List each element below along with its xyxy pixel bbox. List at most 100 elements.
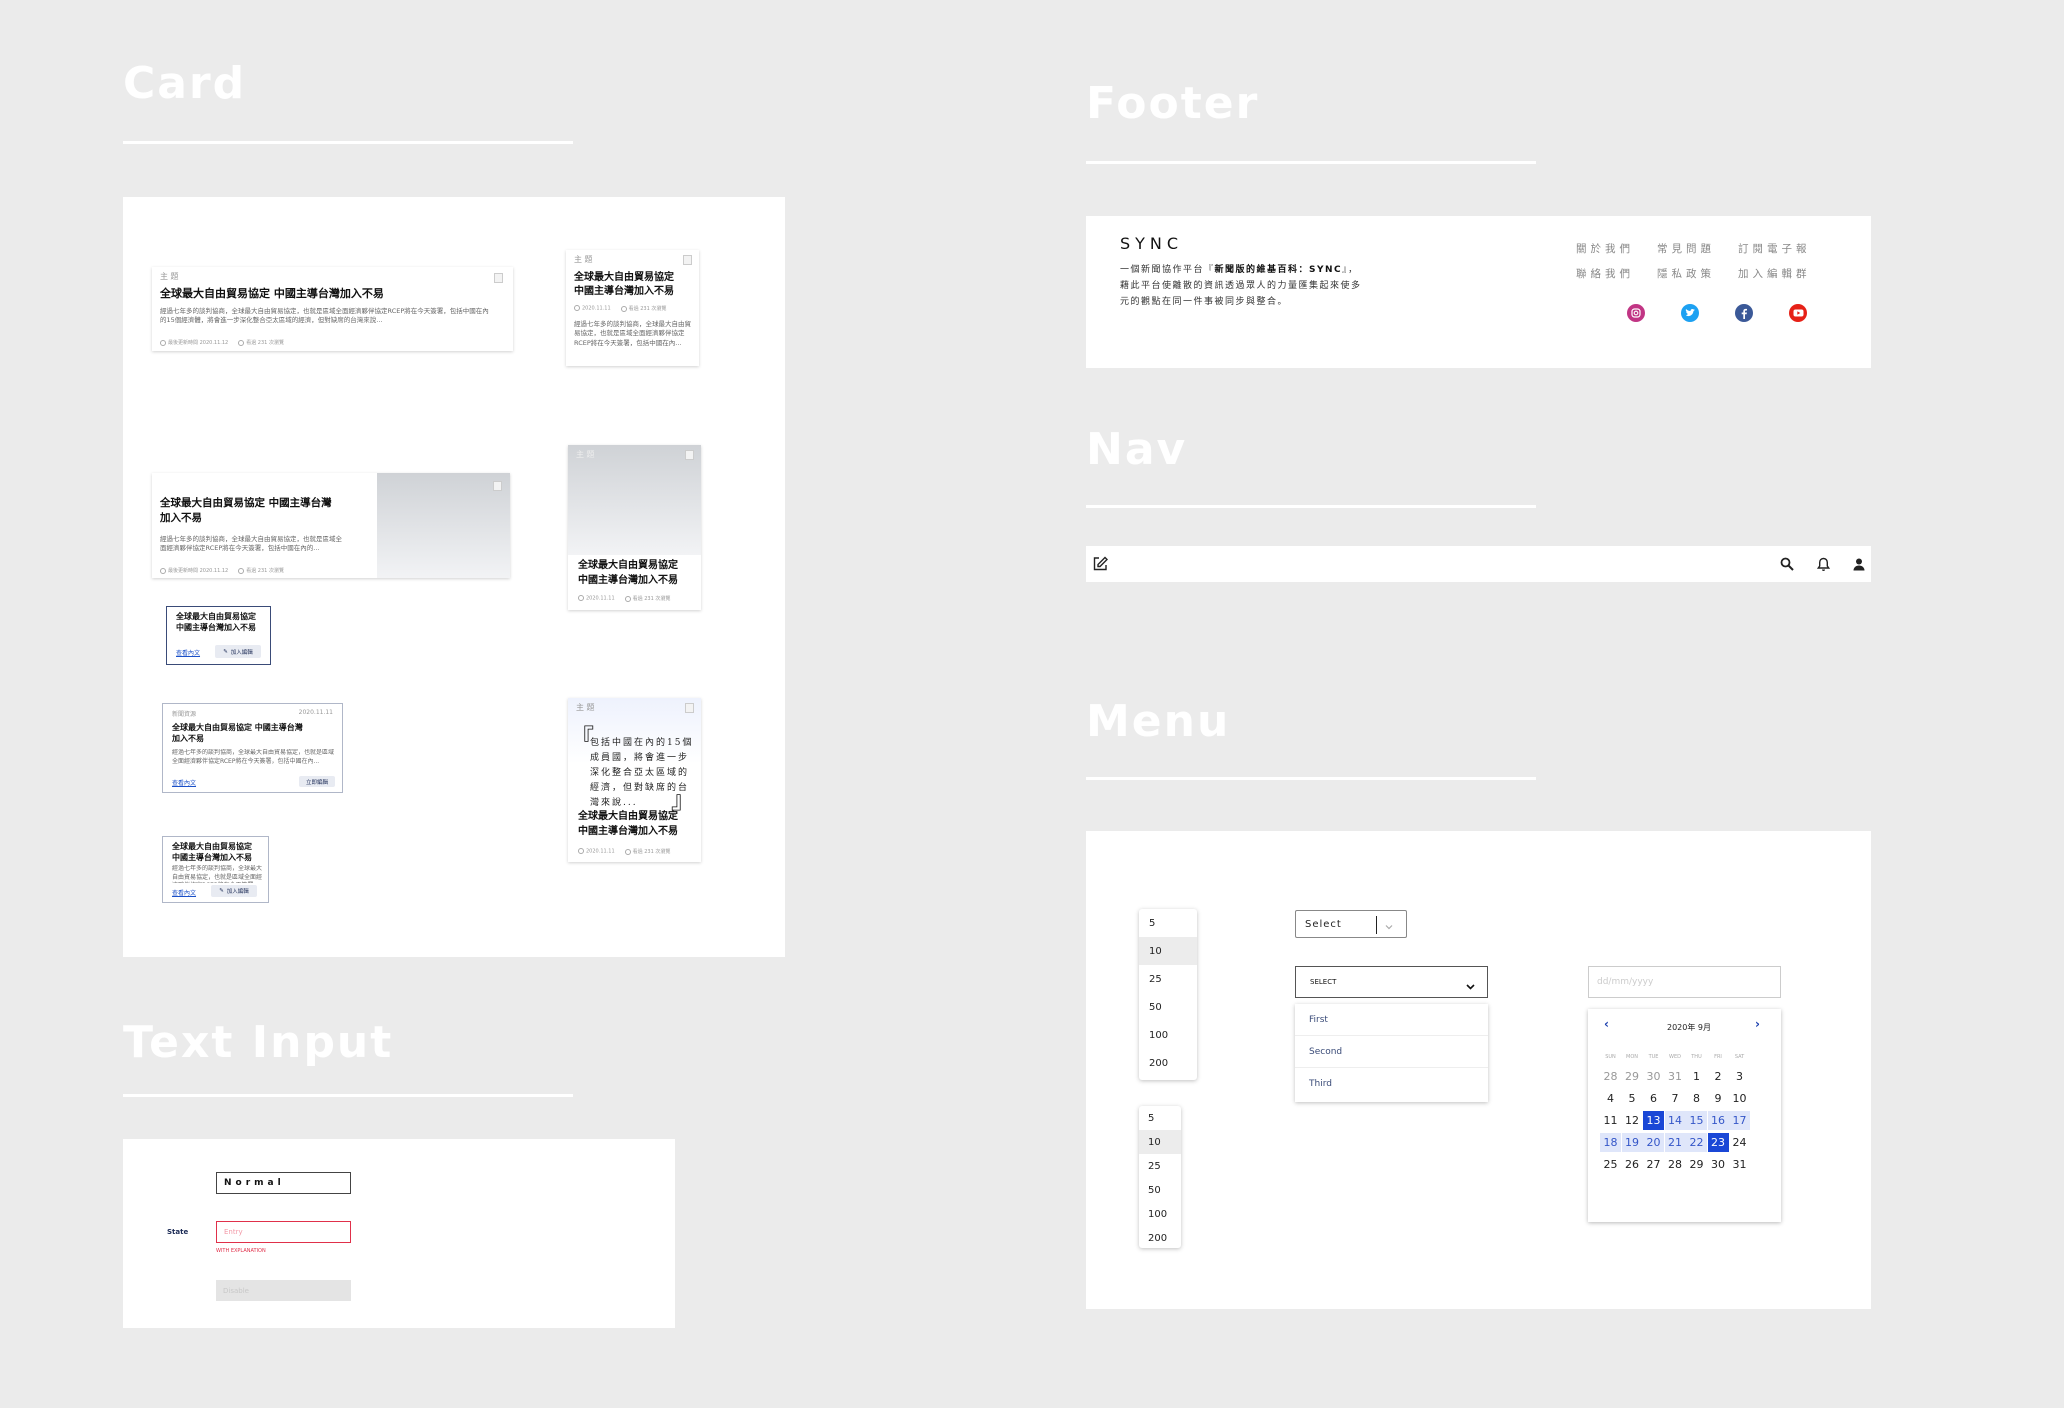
calendar-day[interactable]: 23 [1707,1133,1729,1152]
article-card-narrow[interactable]: 主 題 全球最大自由貿易協定 中國主導台灣加入不易 2020.11.11 看過 … [566,250,699,366]
text-input-normal[interactable]: Normal [216,1172,351,1194]
view-content-link[interactable]: 查看內文 [176,648,200,657]
bookmark-icon[interactable] [494,273,503,283]
facebook-icon[interactable] [1735,304,1753,322]
calendar-day[interactable]: 16 [1707,1111,1729,1130]
calendar-day[interactable]: 30 [1708,1155,1729,1174]
bookmark-icon[interactable] [685,450,694,460]
text-input-error[interactable]: Entry [216,1221,351,1243]
instagram-icon[interactable] [1627,304,1645,322]
select-large[interactable]: SELECT [1295,966,1488,998]
chevron-down-icon [1384,917,1394,936]
mini-card-wide[interactable]: 新聞資源 2020.11.11 全球最大自由貿易協定 中國主導台灣 加入不易 經… [162,703,343,793]
calendar-day[interactable]: 17 [1729,1111,1750,1130]
calendar-day[interactable]: 12 [1622,1111,1643,1130]
footer-link-privacy[interactable]: 隱私政策 [1657,266,1715,281]
calendar-day[interactable]: 11 [1600,1111,1621,1130]
page-size-option-selected[interactable]: 10 [1139,1130,1181,1154]
calendar-day[interactable]: 6 [1643,1089,1664,1108]
calendar-day[interactable]: 18 [1600,1133,1621,1152]
edit-icon[interactable] [1090,554,1110,574]
select-option-first[interactable]: First [1295,1004,1488,1036]
calendar-day[interactable]: 14 [1664,1111,1686,1130]
chevron-right-icon[interactable]: › [1755,1017,1760,1031]
calendar-day[interactable]: 5 [1622,1089,1643,1108]
calendar-day[interactable]: 29 [1622,1067,1643,1086]
page-size-option[interactable]: 50 [1139,993,1197,1021]
calendar-day[interactable]: 1 [1686,1067,1707,1086]
calendar-day[interactable]: 28 [1600,1067,1621,1086]
page-size-option[interactable]: 5 [1139,909,1197,937]
page-size-option-selected[interactable]: 10 [1139,937,1197,965]
card-views: 看過 231 次瀏覽 [632,849,671,855]
select-options-menu: First Second Third [1295,1004,1488,1102]
card-title-line1: 全球最大自由貿易協定 中國主導台灣 [160,497,332,509]
page-size-option[interactable]: 5 [1139,1106,1181,1130]
calendar-day[interactable]: 4 [1600,1089,1621,1108]
card-meta: 2020.11.11 看過 231 次瀏覽 [578,595,670,602]
calendar-day[interactable]: 7 [1665,1089,1686,1108]
page-size-option[interactable]: 200 [1139,1049,1197,1077]
calendar-day[interactable]: 22 [1686,1133,1707,1152]
select-option-second[interactable]: Second [1295,1036,1488,1068]
calendar-day[interactable]: 10 [1729,1089,1750,1108]
twitter-icon[interactable] [1681,304,1699,322]
calendar-day[interactable]: 8 [1686,1089,1707,1108]
calendar-day[interactable]: 30 [1643,1067,1664,1086]
calendar-day[interactable]: 24 [1729,1133,1750,1152]
footer-link-newsletter[interactable]: 訂閱電子報 [1738,241,1811,256]
page-size-option[interactable]: 25 [1139,1154,1181,1178]
calendar-weekday: FRI [1714,1054,1722,1060]
calendar-day[interactable]: 26 [1622,1155,1643,1174]
calendar-day[interactable]: 31 [1729,1155,1750,1174]
article-card-image[interactable]: 主 題 全球最大自由貿易協定 中國主導台灣加入不易 2020.11.11 看過 … [568,445,701,610]
card-title-line1: 全球最大自由貿易協定 [578,560,678,571]
footer-link-join[interactable]: 加入編輯群 [1738,266,1811,281]
view-content-link[interactable]: 查看內文 [172,778,196,787]
card-meta: 最後更新時間 2020.11.12 看過 231 次瀏覽 [160,339,284,346]
article-card-wide[interactable]: 主 題 全球最大自由貿易協定 中國主導台灣加入不易 經過七年多的談判協商，全球最… [152,267,513,351]
bookmark-icon[interactable] [685,703,694,713]
page-size-option[interactable]: 50 [1139,1178,1181,1202]
join-edit-button[interactable]: ✎ 加入編輯 [211,885,257,897]
page-size-option[interactable]: 200 [1139,1226,1181,1250]
calendar-day[interactable]: 28 [1665,1155,1686,1174]
calendar-day[interactable]: 31 [1665,1067,1686,1086]
footer-link-about[interactable]: 關於我們 [1576,241,1634,256]
mini-card[interactable]: 全球最大自由貿易協定 中國主導台灣加入不易 經過七年多的談判協商，全球最大自由貿… [162,836,269,903]
calendar-day[interactable]: 19 [1621,1133,1643,1152]
edit-now-button[interactable]: 立即編輯 [299,776,335,787]
bookmark-icon[interactable] [683,255,692,265]
youtube-icon[interactable] [1789,304,1807,322]
article-card-wide-image[interactable]: 全球最大自由貿易協定 中國主導台灣 加入不易 經過七年多的談判協商，全球最大自由… [152,473,510,578]
calendar-day[interactable]: 3 [1729,1067,1750,1086]
calendar-day[interactable]: 9 [1708,1089,1729,1108]
calendar-day[interactable]: 2 [1708,1067,1729,1086]
calendar-day[interactable]: 20 [1643,1133,1664,1152]
select-small[interactable]: Select [1295,910,1407,938]
calendar-day[interactable]: 27 [1643,1155,1664,1174]
calendar-day[interactable]: 13 [1643,1111,1664,1130]
footer-link-faq[interactable]: 常見問題 [1657,241,1715,256]
calendar-day[interactable]: 29 [1686,1155,1707,1174]
user-icon[interactable] [1849,554,1869,574]
bookmark-icon[interactable] [493,481,502,491]
mini-card[interactable]: 全球最大自由貿易協定 中國主導台灣加入不易 查看內文 ✎ 加入編輯 [166,606,271,665]
search-icon[interactable] [1777,554,1797,574]
bell-icon[interactable] [1813,554,1833,574]
select-option-third[interactable]: Third [1295,1068,1488,1100]
page-size-option[interactable]: 100 [1139,1021,1197,1049]
date-input[interactable]: dd/mm/yyyy [1588,966,1781,998]
join-edit-button[interactable]: ✎ 加入編輯 [215,645,261,658]
footer-link-contact[interactable]: 聯絡我們 [1576,266,1634,281]
quote-card[interactable]: 主 題 『 包括中國在內的15個 成員國，將會進一步 深化整合亞太區域的 經濟，… [568,698,701,862]
calendar-day[interactable]: 25 [1600,1155,1621,1174]
view-content-link[interactable]: 查看內文 [172,888,196,897]
footer-logo[interactable]: SYNC [1120,234,1183,253]
calendar-day[interactable]: 15 [1686,1111,1707,1130]
page-size-option[interactable]: 25 [1139,965,1197,993]
chevron-left-icon[interactable]: ‹ [1604,1017,1609,1031]
calendar-day[interactable]: 21 [1664,1133,1686,1152]
page-size-option[interactable]: 100 [1139,1202,1181,1226]
clock-icon [578,848,584,855]
